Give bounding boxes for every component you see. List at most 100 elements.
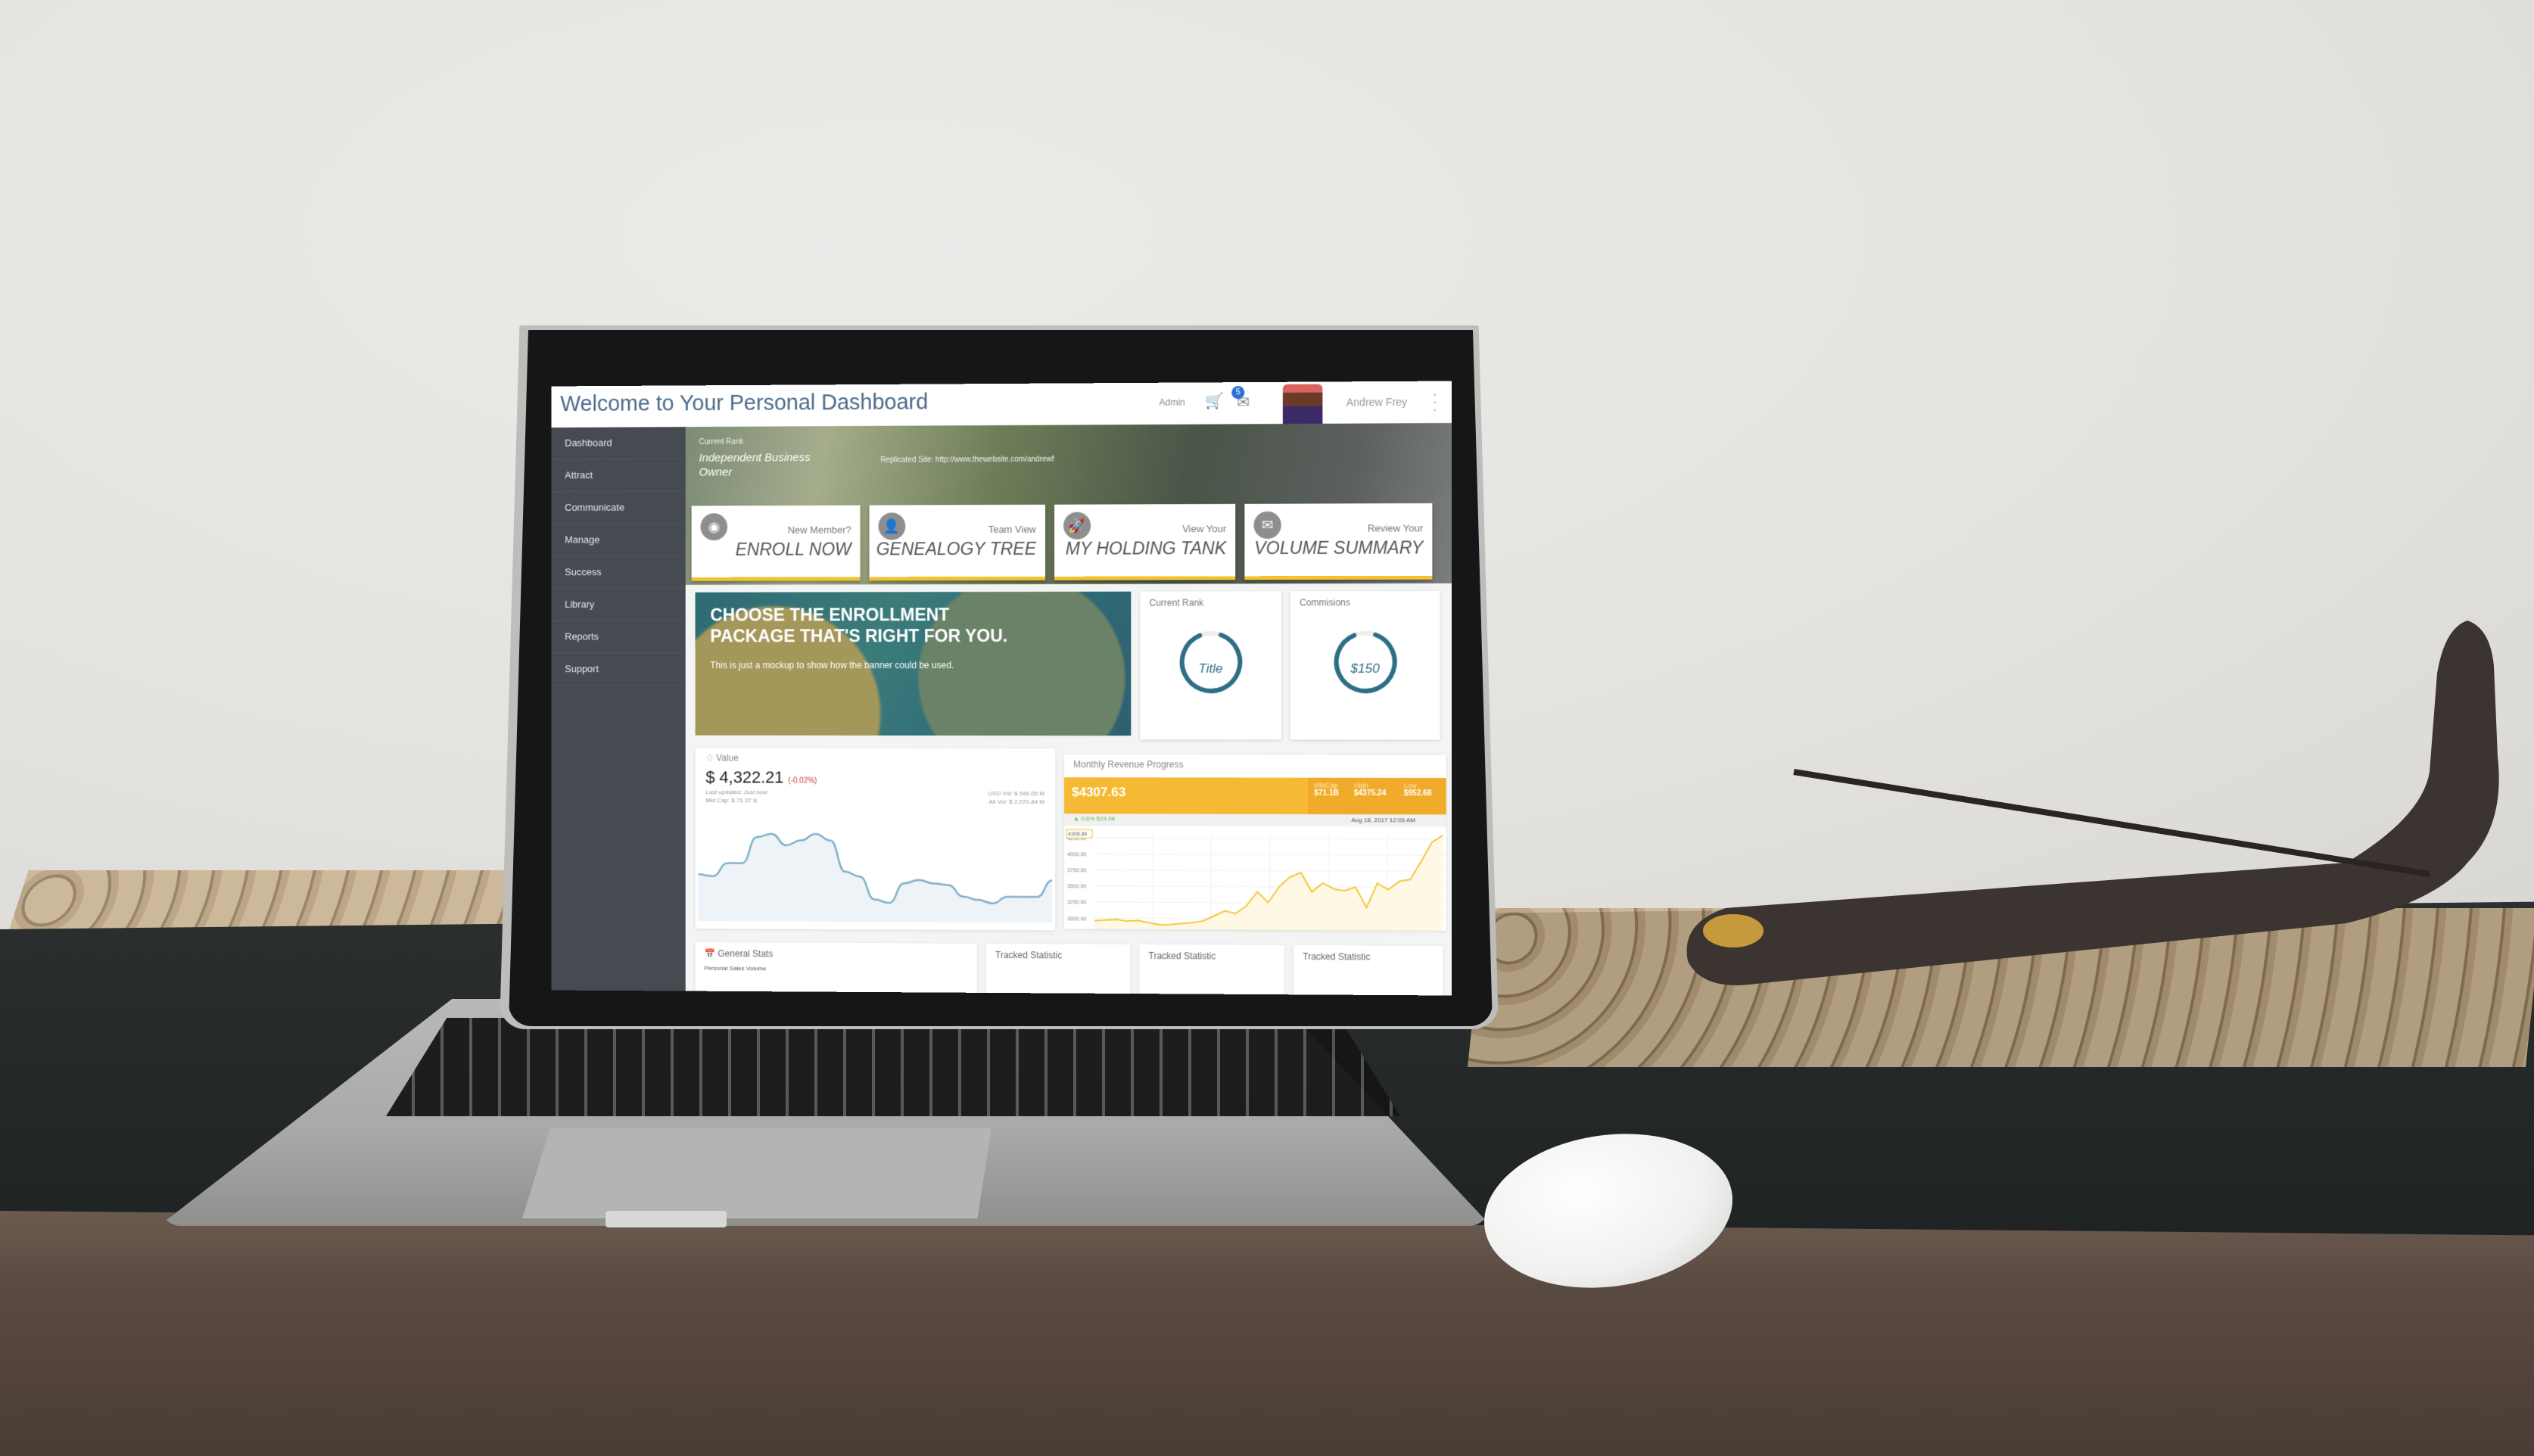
current-rank-label: Current Rank [1149,597,1204,608]
user-name[interactable]: Andrew Frey [1346,396,1407,409]
revenue-sub-bar: ▲ 0.6% $24.08 Aug 18, 2017 12:05 AM [1064,814,1446,827]
revenue-chart: 3000.003250.003500.003750.004000.004250.… [1064,826,1446,931]
rank-value: Independent Business Owner [699,451,811,479]
volume-summary-button[interactable]: ✉ Review Your VOLUME SUMMARY [1244,502,1433,580]
mktcap-value: $71.1B [1314,789,1339,798]
enrollment-banner[interactable]: CHOOSE THE ENROLLMENT PACKAGE THAT'S RIG… [695,591,1132,736]
action-title: MY HOLDING TANK [1065,538,1227,558]
revenue-price: $4307.63 [1072,785,1126,800]
revenue-delta: ▲ 0.6% $24.08 [1073,815,1116,823]
tracked-stat-card: Tracked Statistic [986,943,1131,996]
laptop-trackpad [522,1128,991,1218]
sidebar-item-communicate[interactable]: Communicate [551,491,686,524]
general-stats-card: 📅 General Stats Personal Sales Volume [695,942,978,996]
low-value: $952.68 [1403,789,1432,798]
action-subtitle: New Member? [787,524,851,536]
tracked-stat-label: Tracked Statistic [1303,951,1371,963]
high-value: $4375.24 [1353,789,1387,798]
hero-section: Current Rank Independent Business Owner … [685,422,1452,585]
value-change: (-0.02%) [788,776,817,786]
general-stats-title-text: General Stats [718,948,774,960]
current-rank-card: Current Rank Title [1140,591,1281,740]
calendar-icon: 📅 [704,948,718,960]
general-stats-title: 📅 General Stats [704,948,773,959]
dashboard-screen: Welcome to Your Personal Dashboard Admin… [551,381,1452,996]
revenue-title: Monthly Revenue Progress [1073,759,1184,770]
revenue-stats-panel: MktCap $71.1B High $4375.24 Low $952.68 [1308,777,1446,815]
top-bar: Welcome to Your Personal Dashboard Admin… [551,381,1452,428]
avatar[interactable] [1282,384,1323,425]
action-subtitle: Review Your [1367,522,1424,534]
banner-body: This is just a mockup to show how the ba… [710,660,954,671]
mktcap-label: MktCap [1314,781,1338,789]
revenue-date: Aug 18, 2017 12:05 AM [1351,817,1416,824]
tracked-stat-card: Tracked Statistic [1139,944,1284,996]
laptop-keyboard [386,1018,1400,1116]
replicated-site[interactable]: Replicated Site: http://www.thewebsite.c… [880,456,1054,465]
high-stat: High $4375.24 [1354,782,1386,798]
current-value-label: 4308.84 [1068,832,1087,837]
admin-link[interactable]: Admin [1160,397,1185,408]
low-label: Low [1403,781,1417,790]
revenue-card: Monthly Revenue Progress $4307.63 MktCap… [1064,754,1446,931]
sidebar-item-manage[interactable]: Manage [551,524,686,557]
envelope-icon: ✉ [1253,511,1281,540]
sidebar-item-support[interactable]: Support [551,653,686,686]
holding-tank-button[interactable]: 🚀 View Your MY HOLDING TANK [1054,503,1236,580]
high-label: High [1353,781,1368,789]
revenue-area [1094,834,1443,931]
tracked-stat-label: Tracked Statistic [995,949,1063,961]
banner-headline: CHOOSE THE ENROLLMENT PACKAGE THAT'S RIG… [710,605,1008,646]
action-subtitle: View Your [1182,523,1227,535]
laptop-notch [605,1211,727,1227]
rocket-icon: 🚀 [1063,512,1091,540]
eye-icon: ◉ [700,513,728,541]
sidebar: Dashboard Attract Communicate Manage Suc… [551,427,686,991]
y-tick-label: 3250.00 [1067,901,1086,906]
y-tick-label: 3750.00 [1067,868,1086,873]
y-tick-label: 4000.00 [1067,852,1086,857]
grid-line [1094,870,1446,872]
desk-edge [0,1211,2534,1456]
value-chart [696,808,1055,923]
value-mkt-cap: Mkt Cap: $ 71.37 B [705,797,758,804]
page-title: Welcome to Your Personal Dashboard [560,390,929,417]
rank-label: Current Rank [699,437,744,446]
value-usd-vol: USD Vol: $ 546.05 M [988,789,1045,798]
tracked-stat-card: Tracked Statistic [1293,944,1443,996]
value-price-text: $ 4,322.21 [705,767,784,787]
value-card: ♢ Value $ 4,322.21 (-0.02%) Last updated… [695,748,1056,931]
sidebar-item-attract[interactable]: Attract [551,459,686,493]
tracked-stat-label: Tracked Statistic [1148,950,1216,962]
action-title: VOLUME SUMMARY [1254,537,1424,558]
commissions-card: Commisions $150 [1290,590,1440,740]
genealogy-tree-button[interactable]: 👤 Team View GENEALOGY TREE [869,504,1046,581]
y-tick-label: 3500.00 [1067,885,1086,890]
sidebar-item-success[interactable]: Success [551,556,686,590]
value-price: $ 4,322.21 (-0.02%) [705,767,817,787]
commissions-ring-value: $150 [1350,661,1380,676]
cart-icon[interactable]: 🛒 [1205,391,1224,410]
revenue-price-bar: $4307.63 MktCap $71.1B High $4375.24 Low $9… [1064,777,1446,815]
value-title: ♢ Value [705,753,738,764]
sidebar-item-library[interactable]: Library [551,588,686,621]
users-icon: 👤 [878,512,906,540]
y-tick-label: 3000.00 [1067,916,1086,922]
diamond-icon: ♢ [705,752,717,764]
buddha-incense-holder [1686,621,2499,985]
value-all-vol: All Vol: $ 2,070.84 M [988,798,1045,806]
action-title: GENEALOGY TREE [876,538,1037,559]
notification-badge: 5 [1231,386,1245,400]
personal-sales-volume-label: Personal Sales Volume [704,964,767,972]
low-stat: Low $952.68 [1404,782,1432,798]
sidebar-item-reports[interactable]: Reports [551,621,686,654]
commissions-label: Commisions [1300,597,1350,608]
mktcap-stat: MktCap $71.1B [1314,782,1339,798]
rank-ring-value: Title [1198,661,1223,676]
action-title: ENROLL NOW [735,539,851,559]
value-last-updated: Last updated: Just now [705,789,767,796]
value-title-text: Value [716,752,739,764]
vertical-dots-icon[interactable]: · · · [1432,386,1437,418]
enroll-now-button[interactable]: ◉ New Member? ENROLL NOW [691,505,861,581]
sidebar-item-dashboard[interactable]: Dashboard [551,427,686,460]
